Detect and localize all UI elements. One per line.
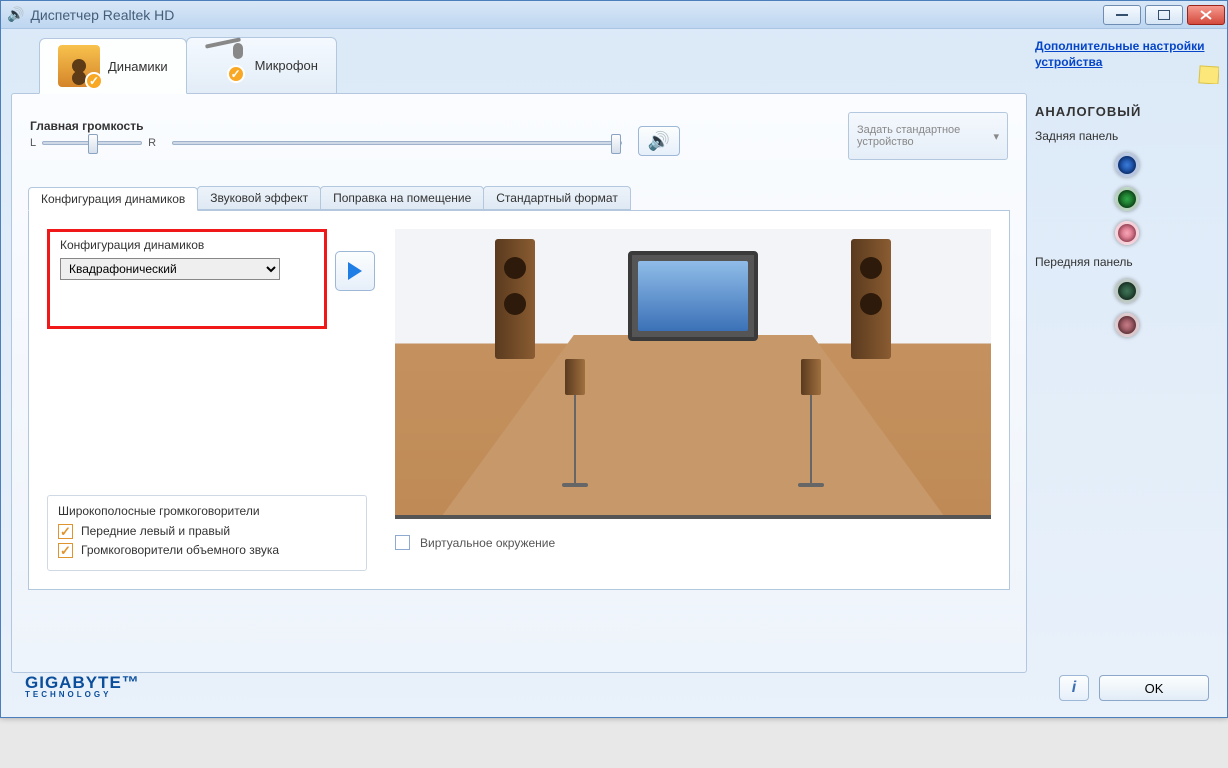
- subtab-default-format[interactable]: Стандартный формат: [483, 186, 631, 210]
- fullrange-title: Широкополосные громкоговорители: [58, 504, 356, 518]
- app-icon: 🔊: [7, 6, 24, 23]
- subtab-sound-effect[interactable]: Звуковой эффект: [197, 186, 321, 210]
- speaker-scene: Виртуальное окружение: [395, 229, 991, 571]
- play-icon: [348, 262, 362, 280]
- virtual-surround-checkbox[interactable]: Виртуальное окружение: [395, 535, 991, 550]
- main-panel: Главная громкость L R 🔊 Задать стандартн: [11, 93, 1027, 673]
- speaker-config-label: Конфигурация динамиков: [60, 238, 314, 252]
- default-device-label: Задать стандартное устройство: [857, 124, 993, 148]
- sticky-note-icon: [1198, 66, 1219, 85]
- checkbox-icon: [58, 524, 73, 539]
- room-illustration: [395, 229, 991, 519]
- advanced-settings-link[interactable]: Дополнительные настройки устройства: [1035, 39, 1219, 70]
- tab-microphone-label: Микрофон: [255, 58, 318, 73]
- balance-slider[interactable]: [42, 141, 142, 145]
- check-badge-icon: ✓: [227, 65, 245, 83]
- subtab-room-correction[interactable]: Поправка на помещение: [320, 186, 484, 210]
- maximize-button[interactable]: [1145, 5, 1183, 25]
- checkbox-icon: [58, 543, 73, 558]
- jack-line-out-icon[interactable]: [1115, 187, 1139, 211]
- check-badge-icon: ✓: [85, 72, 103, 90]
- tab-microphone[interactable]: ✓ Микрофон: [186, 37, 337, 93]
- device-tabs: ✓ Динамики ✓ Микрофон: [39, 37, 1027, 93]
- titlebar: 🔊 Диспетчер Realtek HD: [1, 1, 1227, 29]
- tab-speakers-label: Динамики: [108, 59, 168, 74]
- subtab-speaker-config[interactable]: Конфигурация динамиков: [28, 187, 198, 211]
- tab-speakers[interactable]: ✓ Динамики: [39, 38, 187, 94]
- info-icon: i: [1072, 679, 1076, 697]
- volume-slider[interactable]: [172, 141, 622, 145]
- sub-tabs: Конфигурация динамиков Звуковой эффект П…: [28, 186, 1010, 210]
- sound-icon: 🔊: [648, 131, 670, 152]
- minimize-button[interactable]: [1103, 5, 1141, 25]
- default-device-dropdown[interactable]: Задать стандартное устройство ▾: [848, 112, 1008, 160]
- analog-heading: АНАЛОГОВЫЙ: [1035, 104, 1219, 119]
- window-controls: [1103, 5, 1225, 25]
- front-panel-label: Передняя панель: [1035, 255, 1219, 269]
- brand-sub: TECHNOLOGY: [25, 691, 140, 699]
- speaker-config-select[interactable]: Квадрафонический: [60, 258, 280, 280]
- tv-icon: [628, 251, 758, 341]
- jack-mic-icon[interactable]: [1115, 221, 1139, 245]
- side-panel: Дополнительные настройки устройства АНАЛ…: [1027, 29, 1227, 717]
- jack-line-in-icon[interactable]: [1115, 153, 1139, 177]
- dropdown-arrow-icon: ▾: [993, 130, 999, 143]
- front-left-speaker-icon[interactable]: [495, 239, 535, 359]
- app-window: 🔊 Диспетчер Realtek HD ✓ Динамики: [0, 0, 1228, 718]
- rear-right-speaker-icon[interactable]: [801, 359, 821, 395]
- checkbox-icon: [395, 535, 410, 550]
- mute-button[interactable]: 🔊: [638, 126, 680, 156]
- surround-checkbox[interactable]: Громкоговорители объемного звука: [58, 543, 356, 558]
- balance-right-label: R: [148, 137, 156, 149]
- brand-footer: GIGABYTE™ TECHNOLOGY: [25, 674, 140, 699]
- surround-label: Громкоговорители объемного звука: [81, 543, 279, 557]
- rear-left-speaker-icon[interactable]: [565, 359, 585, 395]
- speaker-config-highlight: Конфигурация динамиков Квадрафонический: [47, 229, 327, 329]
- jack-front-out-icon[interactable]: [1115, 279, 1139, 303]
- info-button[interactable]: i: [1059, 675, 1089, 701]
- rear-panel-label: Задняя панель: [1035, 129, 1219, 143]
- master-volume-section: Главная громкость L R 🔊 Задать стандартн: [28, 108, 1010, 168]
- jack-front-mic-icon[interactable]: [1115, 313, 1139, 337]
- ok-button[interactable]: OK: [1099, 675, 1209, 701]
- balance-left-label: L: [30, 137, 36, 149]
- close-button[interactable]: [1187, 5, 1225, 25]
- fullrange-speakers-group: Широкополосные громкоговорители Передние…: [47, 495, 367, 571]
- front-lr-checkbox[interactable]: Передние левый и правый: [58, 524, 356, 539]
- front-right-speaker-icon[interactable]: [851, 239, 891, 359]
- test-play-button[interactable]: [335, 251, 375, 291]
- front-lr-label: Передние левый и правый: [81, 524, 230, 538]
- tab-content: Конфигурация динамиков Квадрафонический …: [28, 210, 1010, 590]
- master-volume-label: Главная громкость: [30, 119, 156, 133]
- window-title: Диспетчер Realtek HD: [30, 7, 174, 23]
- virtual-surround-label: Виртуальное окружение: [420, 536, 555, 550]
